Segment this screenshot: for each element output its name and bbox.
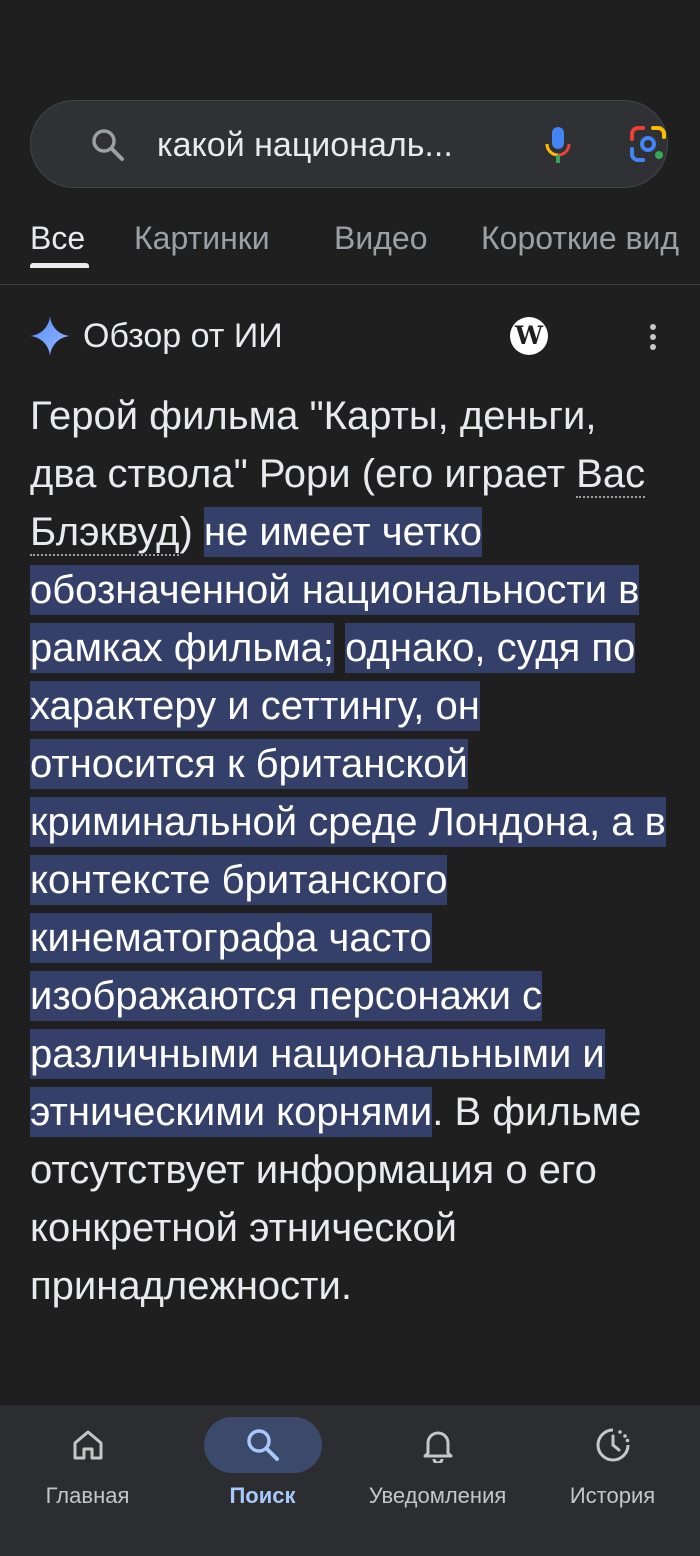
- answer-text-part: Герой фильма "Карты, деньги, два ствола"…: [30, 394, 597, 496]
- nav-home[interactable]: Главная: [0, 1405, 175, 1556]
- more-options-icon[interactable]: [648, 324, 658, 355]
- microphone-icon[interactable]: [543, 125, 573, 170]
- nav-notifications[interactable]: Уведомления: [350, 1405, 525, 1556]
- history-icon: [554, 1417, 672, 1473]
- bell-icon: [379, 1417, 497, 1473]
- search-bar[interactable]: какой националь...: [30, 100, 668, 188]
- nav-history[interactable]: История: [525, 1405, 700, 1556]
- highlighted-text[interactable]: однако, судя по характеру и сеттингу, он…: [30, 623, 666, 1137]
- ai-overview-title: Обзор от ИИ: [83, 317, 283, 355]
- nav-home-label: Главная: [45, 1483, 130, 1508]
- tab-shorts[interactable]: Короткие вид: [481, 218, 679, 258]
- wikipedia-source-icon[interactable]: W: [510, 317, 548, 355]
- tab-all[interactable]: Все: [30, 218, 85, 258]
- answer-text-part: ): [179, 510, 204, 554]
- ai-overview-header: Обзор от ИИ W: [30, 310, 670, 362]
- search-input[interactable]: какой националь...: [157, 101, 517, 189]
- search-icon: [203, 1417, 322, 1473]
- nav-notifications-label: Уведомления: [368, 1483, 507, 1508]
- tab-images[interactable]: Картинки: [134, 218, 270, 258]
- home-icon: [29, 1417, 147, 1473]
- search-tabs: Все Картинки Видео Короткие вид: [0, 208, 700, 285]
- gemini-sparkle-icon: [30, 316, 70, 361]
- tab-video[interactable]: Видео: [334, 218, 427, 258]
- nav-history-label: История: [569, 1483, 656, 1508]
- google-lens-icon[interactable]: [629, 125, 667, 168]
- nav-search[interactable]: Поиск: [175, 1405, 350, 1556]
- bottom-navigation: Главная Поиск Уведомления История: [0, 1405, 700, 1556]
- answer-text-part: [334, 626, 345, 670]
- nav-search-label: Поиск: [229, 1483, 296, 1508]
- active-tab-indicator: [30, 263, 89, 268]
- ai-answer-text: Герой фильма "Карты, деньги, два ствола"…: [30, 387, 670, 1315]
- search-icon: [91, 101, 125, 189]
